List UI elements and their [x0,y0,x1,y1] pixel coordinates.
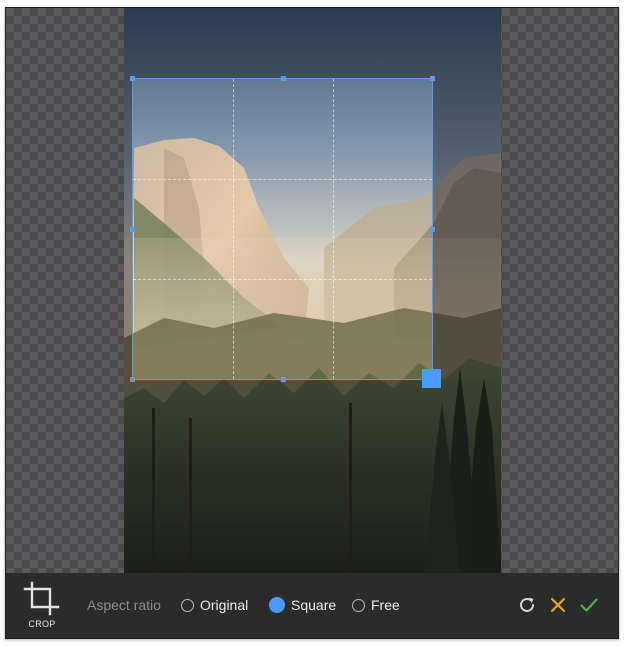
crop-handle-top-left[interactable] [130,76,135,81]
crop-handle-bottom-left[interactable] [130,377,135,382]
radio-free[interactable] [352,598,365,612]
radio-original[interactable] [181,598,194,612]
radio-square[interactable] [269,597,285,613]
close-icon [550,597,566,613]
crop-clear-area [133,79,432,379]
crop-icon [23,581,60,616]
aspect-option-label: Free [371,597,400,613]
crop-handle-left[interactable] [130,227,135,232]
crop-handle-right[interactable] [430,227,435,232]
crop-selection-box[interactable] [130,76,441,388]
image-editor: CROP Aspect ratio Original Square Free [5,7,619,639]
crop-resize-grip[interactable] [422,369,441,388]
crop-grid-line [233,79,234,379]
aspect-ratio-label: Aspect ratio [87,597,161,613]
aspect-option-original[interactable]: Original [181,595,248,615]
reset-button[interactable] [516,594,538,616]
canvas-area [6,8,618,573]
checkmark-icon [580,598,598,612]
aspect-option-label: Square [291,597,337,613]
cancel-button[interactable] [547,594,569,616]
apply-button[interactable] [578,594,600,616]
crop-handle-bottom[interactable] [281,377,286,382]
crop-grid-line [333,79,334,379]
aspect-option-free[interactable]: Free [352,595,400,615]
crop-grid-line [133,179,432,180]
editor-toolbar: CROP Aspect ratio Original Square Free [6,573,618,638]
aspect-option-label: Original [200,597,249,613]
crop-handle-top-right[interactable] [430,76,435,81]
crop-tool-label: CROP [28,619,56,629]
aspect-option-square[interactable]: Square [269,595,336,615]
crop-handle-top[interactable] [281,76,286,81]
crop-tool-button[interactable]: CROP [20,579,64,633]
crop-grid-line [133,279,432,280]
rotate-reset-icon [520,597,534,612]
